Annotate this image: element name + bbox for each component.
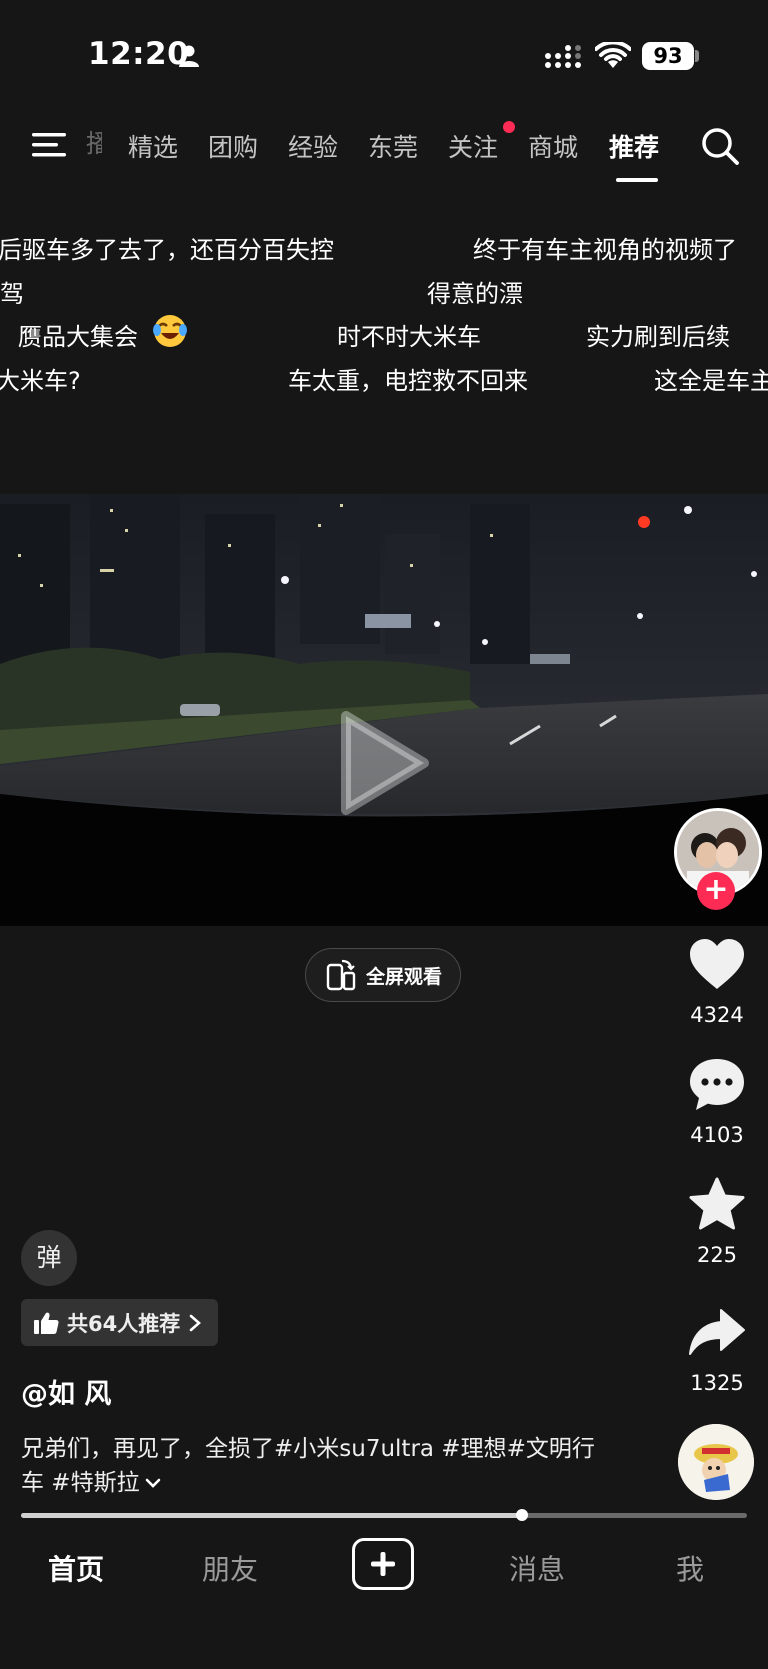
battery-nub — [695, 50, 699, 62]
fullscreen-button[interactable]: 全屏观看 — [305, 948, 461, 1002]
heart-icon[interactable] — [688, 936, 746, 994]
share-icon[interactable] — [688, 1304, 746, 1362]
danmaku-comment: 实力刷到后续 — [586, 323, 730, 351]
music-disc-art — [678, 1424, 754, 1500]
star-icon[interactable] — [688, 1176, 746, 1234]
progress-knob[interactable] — [516, 1509, 528, 1521]
nav-item-partial[interactable]: 播 — [86, 124, 102, 164]
tab-messages[interactable]: 消息 — [487, 1548, 587, 1588]
play-icon[interactable] — [338, 708, 430, 818]
comment-count: 4103 — [690, 1123, 744, 1147]
chevron-right-icon — [189, 1314, 202, 1331]
tab-shangcheng[interactable]: 商城 — [528, 128, 578, 164]
progress-fill — [21, 1513, 522, 1518]
tab-friends[interactable]: 朋友 — [180, 1548, 280, 1588]
rotate-phone-icon — [326, 959, 356, 991]
battery-level: 93 — [653, 44, 683, 68]
tab-guanzhu[interactable]: 关注 — [448, 128, 498, 164]
battery-icon: 93 — [642, 42, 694, 70]
danmaku-comment: 赝品大集会 — [18, 323, 138, 351]
tab-home[interactable]: 首页 — [26, 1548, 126, 1588]
tab-jingxuan[interactable]: 精选 — [128, 128, 178, 164]
signal-icon — [545, 45, 581, 68]
danmaku-comment: 终于有车主视角的视频了 — [473, 236, 737, 264]
plus-icon — [371, 1552, 395, 1576]
danmaku-comment: 驾 — [0, 280, 24, 308]
description-text: 兄弟们，再见了，全损了#小米su7ultra #理想#文明行车 #特斯拉 — [21, 1436, 595, 1496]
danmaku-comment: 大米车? — [0, 367, 81, 395]
danmaku-comment: 车太重，电控救不回来 — [288, 367, 528, 395]
recommend-button[interactable]: 共64人推荐 — [21, 1299, 219, 1346]
tab-me[interactable]: 我 — [640, 1548, 740, 1588]
danmaku-comment: 后驱车多了去了，还百分百失控 — [0, 236, 334, 264]
share-count: 1325 — [690, 1371, 744, 1395]
music-disc-icon[interactable] — [678, 1424, 754, 1500]
active-tab-indicator — [616, 178, 658, 182]
notification-dot — [503, 121, 515, 133]
danmaku-comment: 得意的漂 — [427, 280, 523, 308]
chevron-down-icon[interactable] — [144, 1476, 162, 1490]
tab-tuangou[interactable]: 团购 — [208, 128, 258, 164]
search-icon[interactable] — [700, 126, 740, 166]
video-description[interactable]: 兄弟们，再见了，全损了#小米su7ultra #理想#文明行车 #特斯拉 — [21, 1432, 601, 1500]
recommend-label: 共64人推荐 — [67, 1311, 181, 1336]
favorite-count: 225 — [696, 1243, 738, 1267]
person-icon — [179, 45, 199, 67]
author-name[interactable]: @如 风 — [21, 1372, 111, 1411]
danmaku-comment: 这全是车主 — [654, 367, 768, 395]
tab-jingyan[interactable]: 经验 — [288, 128, 338, 164]
follow-button[interactable]: + — [697, 872, 735, 910]
comment-icon[interactable] — [688, 1056, 746, 1114]
create-button[interactable] — [352, 1538, 414, 1590]
fullscreen-label: 全屏观看 — [366, 965, 443, 988]
menu-icon[interactable] — [30, 130, 68, 160]
thumbs-up-icon — [34, 1312, 59, 1334]
tab-dongguan[interactable]: 东莞 — [368, 128, 418, 164]
wifi-icon — [595, 42, 631, 68]
status-time: 12:20 — [88, 36, 190, 72]
like-count: 4324 — [690, 1003, 744, 1027]
danmaku-comment: 时不时大米车 — [337, 323, 481, 351]
laughing-crying-emoji-icon — [153, 315, 187, 347]
tab-tuijian[interactable]: 推荐 — [609, 128, 659, 164]
danmu-toggle-button[interactable]: 弹 — [21, 1230, 77, 1286]
